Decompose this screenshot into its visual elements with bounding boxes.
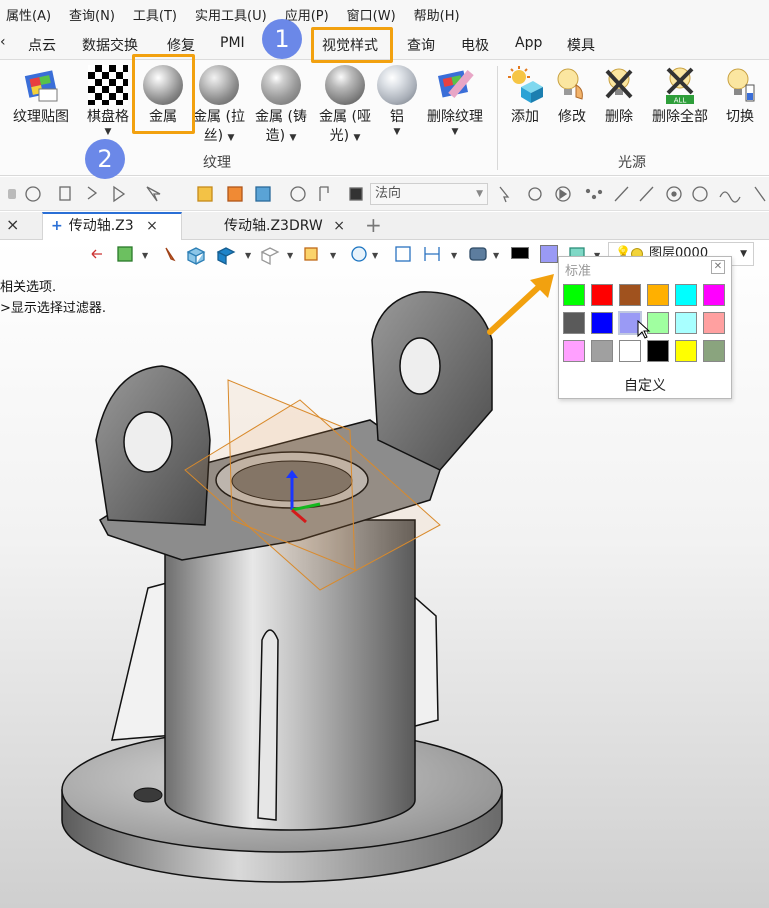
toggle-light-button[interactable]: 切换 <box>718 60 762 127</box>
new-tab-icon[interactable]: + <box>365 213 382 237</box>
color-swatch[interactable] <box>675 284 697 306</box>
custom-color-button[interactable]: 自定义 <box>559 375 731 395</box>
highlight-visual-style-tab <box>311 27 393 63</box>
light-group-label: 光源 <box>618 155 646 171</box>
tab-query[interactable]: 查询 <box>407 35 435 55</box>
svg-text:▼: ▼ <box>287 251 294 260</box>
menu-window[interactable]: 窗口(W) <box>338 5 405 24</box>
color-black-chip[interactable] <box>511 247 529 259</box>
hint-line-2: >显示选择过滤器. <box>0 301 107 316</box>
add-light-icon <box>505 65 545 105</box>
metal-brushed-button[interactable]: 金属 (拉 丝) ▼ <box>191 60 247 145</box>
mouse-cursor-icon <box>637 320 651 339</box>
hint-line-1: 相关选项. <box>0 280 57 295</box>
color-swatch[interactable] <box>591 312 613 334</box>
tab-point-cloud[interactable]: 点云 <box>28 35 56 55</box>
tab-mold[interactable]: 模具 <box>567 35 595 55</box>
svg-text:▼: ▼ <box>330 251 337 260</box>
metal-brushed-sphere-icon <box>199 65 239 105</box>
color-swatch[interactable] <box>563 340 585 362</box>
tab-electrode[interactable]: 电极 <box>461 35 489 55</box>
chevron-down-icon: ▼ <box>289 133 297 143</box>
palette-title: 标准 <box>565 264 592 279</box>
color-swatch[interactable] <box>703 340 725 362</box>
aluminum-button[interactable]: 铝 ▼ <box>376 60 418 137</box>
svg-text:ALL: ALL <box>674 97 687 105</box>
tab-data-exchange[interactable]: 数据交换 <box>82 35 138 55</box>
delete-all-lights-icon: ALL <box>660 65 700 105</box>
svg-text:▼: ▼ <box>142 251 149 260</box>
menu-utility-tools[interactable]: 实用工具(U) <box>186 5 276 24</box>
color-swatch[interactable] <box>619 284 641 306</box>
color-swatch[interactable] <box>675 312 697 334</box>
color-swatch[interactable] <box>675 340 697 362</box>
close-icon[interactable]: × <box>146 218 158 234</box>
plus-icon: + <box>51 218 63 234</box>
color-swatch[interactable] <box>563 312 585 334</box>
svg-text:▼: ▼ <box>451 251 458 260</box>
modify-light-button[interactable]: 修改 <box>550 60 594 127</box>
menu-tools[interactable]: 工具(T) <box>124 5 186 24</box>
checkerboard-button[interactable]: 棋盘格 ▼ <box>80 60 136 137</box>
menu-help[interactable]: 帮助(H) <box>405 5 469 24</box>
tab-repair[interactable]: 修复 <box>167 35 195 55</box>
tab-app[interactable]: App <box>515 35 542 51</box>
menu-bar: 属性(A) 查询(N) 工具(T) 实用工具(U) 应用(P) 窗口(W) 帮助… <box>0 0 769 28</box>
texture-map-button[interactable]: 纹理贴图 <box>4 60 78 127</box>
menu-query[interactable]: 查询(N) <box>60 5 124 24</box>
delete-all-lights-button[interactable]: ALL 删除全部 <box>645 60 715 127</box>
color-swatch[interactable] <box>647 284 669 306</box>
delete-texture-icon <box>435 65 475 105</box>
color-swatch[interactable] <box>703 284 725 306</box>
aluminum-sphere-icon <box>377 65 417 105</box>
menu-attribute[interactable]: 属性(A) <box>0 5 60 24</box>
chevron-down-icon: ▼ <box>476 189 483 199</box>
add-light-button[interactable]: 添加 <box>503 60 547 127</box>
doc-tab-z3[interactable]: + 传动轴.Z3 × <box>42 212 182 240</box>
color-swatch[interactable] <box>563 284 585 306</box>
chevron-down-icon: ▼ <box>393 127 401 137</box>
callout-2: 2 <box>85 139 125 179</box>
delete-light-icon <box>599 65 639 105</box>
highlight-metal-button <box>132 54 195 134</box>
texture-map-icon <box>21 65 61 105</box>
tab-overflow[interactable]: ‹ <box>0 34 6 50</box>
metal-cast-sphere-icon <box>261 65 301 105</box>
toggle-light-icon <box>720 65 760 105</box>
metal-matte-button[interactable]: 金属 (哑 光) ▼ <box>315 60 375 145</box>
chevron-down-icon: ▼ <box>104 127 112 137</box>
svg-text:▼: ▼ <box>372 251 379 260</box>
close-icon[interactable]: ✕ <box>711 260 725 274</box>
pointer-arrow-icon <box>487 274 554 335</box>
color-swatch[interactable] <box>647 340 669 362</box>
document-tab-bar: × + 传动轴.Z3 × 传动轴.Z3DRW × + <box>0 212 769 240</box>
delete-texture-button[interactable]: 删除纹理 ▼ <box>420 60 490 137</box>
doc-tab-z3drw[interactable]: 传动轴.Z3DRW × <box>216 212 356 240</box>
chevron-down-icon: ▼ <box>227 133 235 143</box>
svg-text:▼: ▼ <box>493 251 500 260</box>
color-swatch[interactable] <box>619 340 641 362</box>
filter-select[interactable]: 法向 ▼ <box>370 183 488 205</box>
group-divider <box>497 66 498 170</box>
current-color-chip[interactable] <box>540 245 558 263</box>
modify-light-icon <box>552 65 592 105</box>
chevron-down-icon: ▼ <box>451 127 459 137</box>
chevron-down-icon: ▼ <box>353 133 361 143</box>
tab-pmi[interactable]: PMI <box>220 35 245 51</box>
color-swatch[interactable] <box>703 312 725 334</box>
texture-group-label: 纹理 <box>203 155 231 171</box>
color-swatch[interactable] <box>591 340 613 362</box>
metal-matte-sphere-icon <box>325 65 365 105</box>
close-icon[interactable]: × <box>6 215 19 234</box>
delete-light-button[interactable]: 删除 <box>597 60 641 127</box>
callout-1: 1 <box>262 19 302 59</box>
metal-cast-button[interactable]: 金属 (铸 造) ▼ <box>251 60 311 145</box>
close-icon[interactable]: × <box>333 218 345 234</box>
color-swatch[interactable] <box>591 284 613 306</box>
checkerboard-icon <box>88 65 128 105</box>
chevron-down-icon: ▼ <box>740 249 747 259</box>
svg-text:▼: ▼ <box>245 251 252 260</box>
